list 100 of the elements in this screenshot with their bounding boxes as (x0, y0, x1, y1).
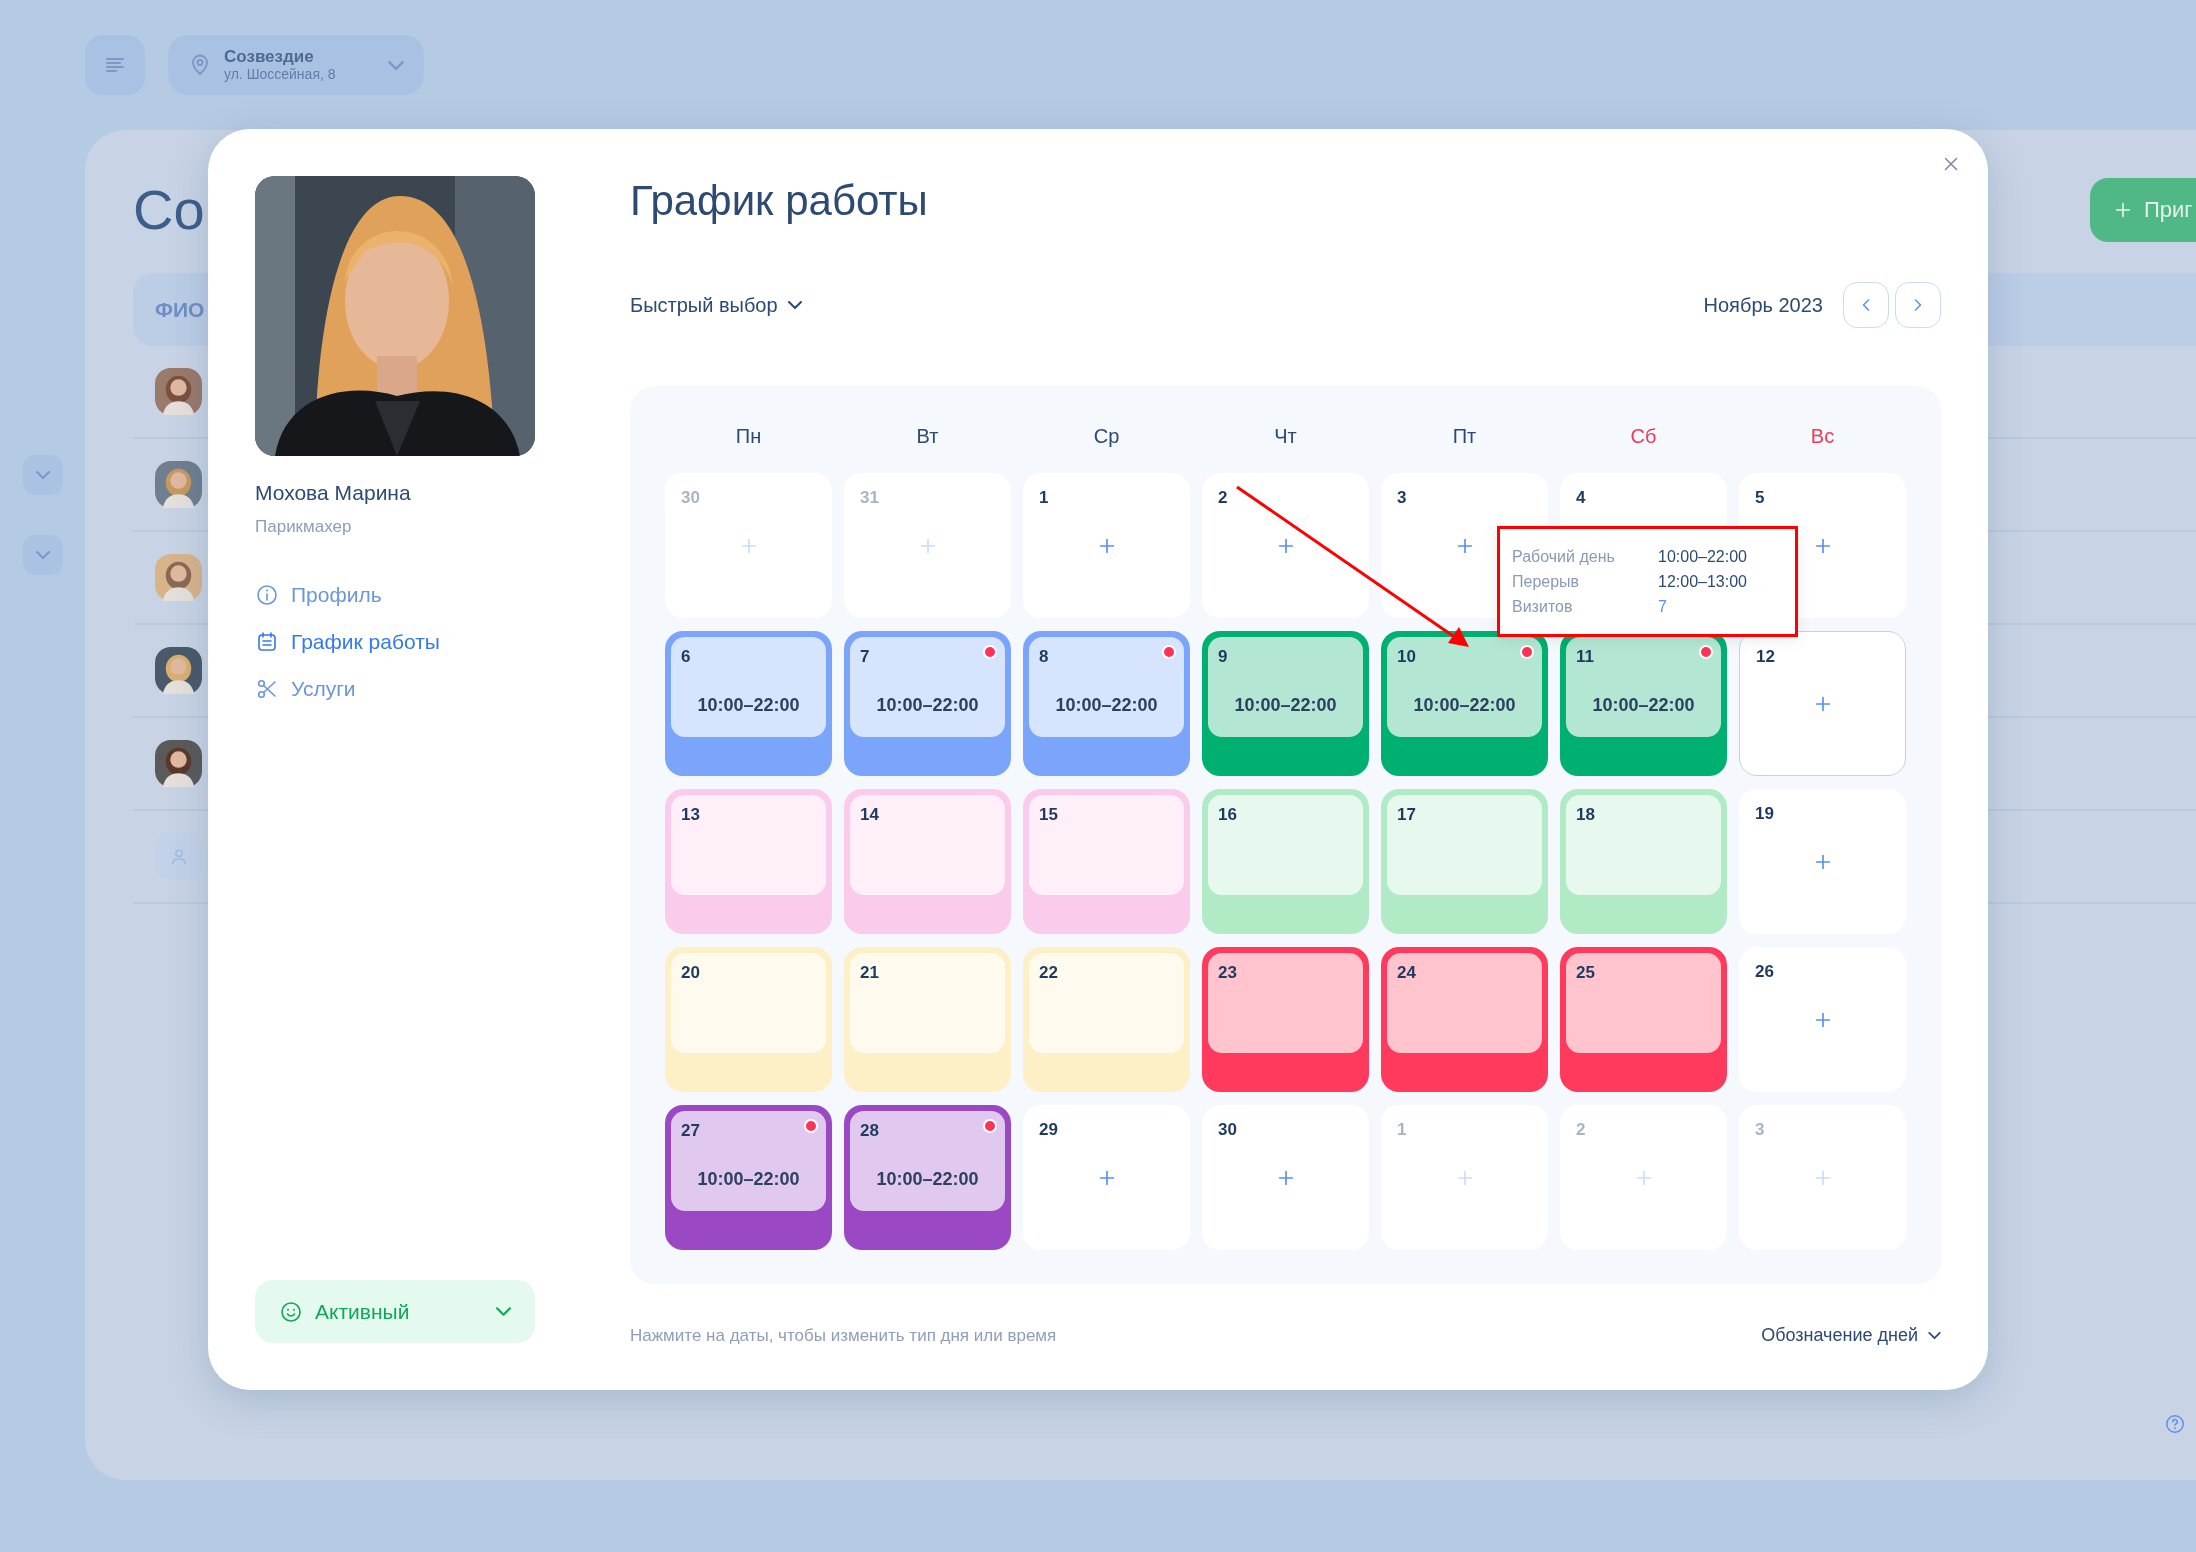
legend-dropdown[interactable]: Обозначение дней (1761, 1322, 1941, 1349)
day-cell[interactable]: 16 (1202, 789, 1369, 934)
weekday-label: Пн (734, 424, 763, 449)
day-number: 4 (1576, 487, 1586, 509)
weekday-label: Ср (1092, 424, 1121, 449)
smile-icon (279, 1299, 303, 1324)
day-cell[interactable]: 8 10:00–22:00 (1023, 631, 1190, 776)
avatar (155, 740, 202, 787)
day-cell[interactable]: 25 (1560, 947, 1727, 1092)
day-cell[interactable]: 17 (1381, 789, 1548, 934)
tooltip-value: 7 (1658, 597, 1667, 617)
day-number: 1 (1039, 487, 1049, 509)
day-cell[interactable]: 13 (665, 789, 832, 934)
day-number: 2 (1576, 1119, 1586, 1141)
page-title: Со (133, 177, 205, 243)
day-number: 5 (1755, 487, 1765, 509)
chevron-down-icon (787, 301, 802, 309)
weekday-label: Вс (1809, 424, 1836, 449)
weekday-label: Чт (1273, 424, 1298, 449)
scissors-icon (255, 677, 279, 701)
day-number: 10 (1397, 646, 1416, 668)
day-number: 12 (1756, 646, 1775, 668)
day-number: 29 (1039, 1119, 1058, 1141)
day-number: 3 (1755, 1119, 1765, 1141)
shift-time: 10:00–22:00 (1412, 694, 1517, 717)
info-icon (255, 583, 279, 607)
shift-time: 10:00–22:00 (1054, 694, 1159, 717)
day-number: 20 (681, 962, 700, 984)
day-cell[interactable]: 7 10:00–22:00 (844, 631, 1011, 776)
next-month-button[interactable] (1895, 282, 1941, 328)
day-cell[interactable]: 20 (665, 947, 832, 1092)
day-number: 3 (1397, 487, 1407, 509)
day-number: 7 (860, 646, 870, 668)
shift-time: 10:00–22:00 (696, 1168, 801, 1191)
day-cell[interactable]: 15 (1023, 789, 1190, 934)
shift-time: 10:00–22:00 (1233, 694, 1338, 717)
day-cell[interactable]: 21 (844, 947, 1011, 1092)
avatar (155, 554, 202, 601)
location-name: Созвездие (224, 47, 315, 67)
avatar (155, 461, 202, 508)
day-number: 8 (1039, 646, 1049, 668)
sidebar-nav-item[interactable]: График работы (255, 628, 535, 656)
weekday-label: Пт (1451, 424, 1478, 449)
day-number: 24 (1397, 962, 1416, 984)
previous-month-button[interactable] (1843, 282, 1889, 328)
day-number: 30 (681, 487, 700, 509)
day-cell[interactable]: 29 (1023, 1105, 1190, 1250)
shift-time: 10:00–22:00 (875, 694, 980, 717)
day-cell[interactable]: 22 (1023, 947, 1190, 1092)
day-number: 26 (1755, 961, 1774, 983)
month-label: Ноябрь 2023 (1703, 293, 1823, 318)
day-number: 30 (1218, 1119, 1237, 1141)
day-number: 15 (1039, 804, 1058, 826)
location-address: ул. Шоссейная, 8 (224, 66, 337, 83)
day-number: 1 (1397, 1119, 1407, 1141)
day-cell[interactable]: 26 (1739, 947, 1906, 1092)
day-cell[interactable]: 1 (1023, 473, 1190, 618)
day-cell[interactable]: 30 (1202, 1105, 1369, 1250)
day-cell[interactable]: 6 10:00–22:00 (665, 631, 832, 776)
shift-time: 10:00–22:00 (1591, 694, 1696, 717)
day-cell[interactable]: 9 10:00–22:00 (1202, 631, 1369, 776)
quick-select-dropdown[interactable]: Быстрый выбор (630, 290, 802, 320)
day-number: 21 (860, 962, 879, 984)
day-cell[interactable]: 18 (1560, 789, 1727, 934)
day-number: 22 (1039, 962, 1058, 984)
day-cell[interactable]: 23 (1202, 947, 1369, 1092)
day-cell[interactable]: 28 10:00–22:00 (844, 1105, 1011, 1250)
employee-name: Мохова Марина (255, 480, 412, 506)
day-cell[interactable]: 19 (1739, 789, 1906, 934)
day-number: 19 (1755, 803, 1774, 825)
help-icon[interactable] (2164, 1413, 2186, 1435)
day-number: 23 (1218, 962, 1237, 984)
day-cell[interactable]: 24 (1381, 947, 1548, 1092)
day-cell[interactable]: 2 (1202, 473, 1369, 618)
chevron-down-icon (35, 471, 50, 479)
day-number: 2 (1218, 487, 1228, 509)
day-number: 9 (1218, 646, 1228, 668)
day-cell[interactable]: 27 10:00–22:00 (665, 1105, 832, 1250)
chevron-down-icon (1928, 1332, 1941, 1339)
expand-button[interactable] (22, 535, 63, 575)
day-number: 18 (1576, 804, 1595, 826)
schedule-title: График работы (630, 176, 929, 226)
day-number: 17 (1397, 804, 1416, 826)
day-number: 31 (860, 487, 879, 509)
menu-button[interactable] (85, 35, 145, 95)
day-number: 14 (860, 804, 879, 826)
day-number: 27 (681, 1120, 700, 1142)
day-number: 25 (1576, 962, 1595, 984)
day-cell[interactable]: 12 (1739, 631, 1906, 776)
day-cell[interactable]: 14 (844, 789, 1011, 934)
chevron-down-icon (496, 1307, 511, 1316)
day-number: 13 (681, 804, 700, 826)
expand-button[interactable] (22, 455, 63, 495)
column-header: ФИО (155, 296, 205, 323)
hint-text: Нажмите на даты, чтобы изменить тип дня или время (630, 1324, 1057, 1347)
day-cell[interactable]: 10 10:00–22:00 (1381, 631, 1548, 776)
day-number: 6 (681, 646, 691, 668)
weekday-label: Вт (915, 424, 940, 449)
avatar (155, 647, 202, 694)
day-number: 16 (1218, 804, 1237, 826)
